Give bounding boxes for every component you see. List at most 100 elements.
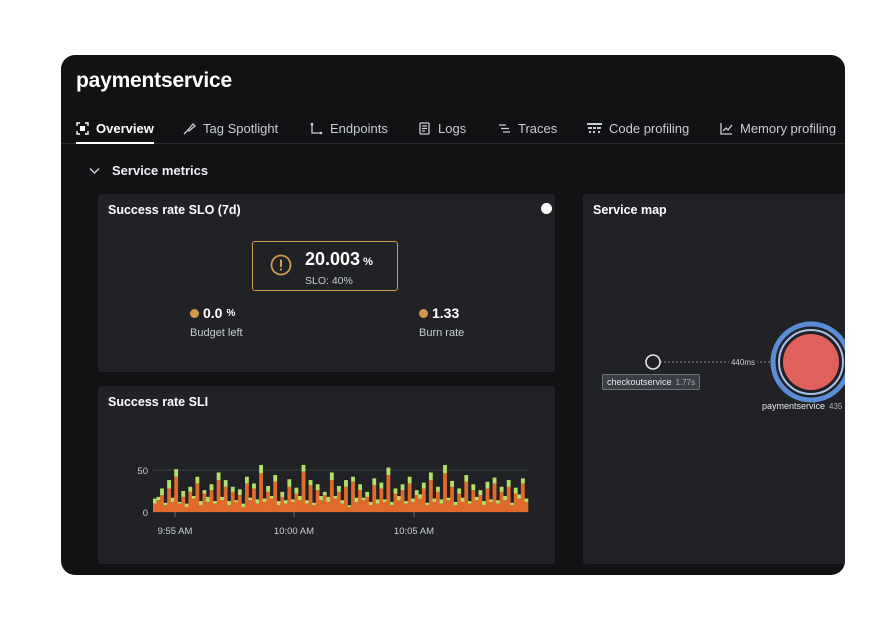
chart-bar-top bbox=[354, 497, 359, 502]
slo-value: 20.003% bbox=[305, 249, 373, 269]
chart-bar-top bbox=[315, 484, 320, 491]
chart-bar-base bbox=[365, 496, 370, 512]
chart-bar-top bbox=[227, 501, 232, 506]
chart-bar-base bbox=[467, 503, 472, 512]
chart-bar-base bbox=[301, 471, 306, 512]
chart-bar-top bbox=[411, 498, 416, 502]
chart-bar-base bbox=[160, 495, 164, 512]
tab-label: Traces bbox=[518, 120, 558, 136]
chart-bar-top bbox=[283, 500, 288, 504]
chart-bar-base bbox=[471, 490, 476, 512]
chart-bar-top bbox=[482, 501, 486, 506]
chart-bar-top bbox=[520, 478, 525, 484]
service-metrics-toggle[interactable]: Service metrics bbox=[89, 163, 208, 178]
chart-bar-base bbox=[439, 503, 444, 512]
chart-bar-base bbox=[393, 493, 398, 512]
chart-bar-base bbox=[390, 505, 394, 512]
active-tab-indicator bbox=[76, 142, 154, 144]
chart-bar-top bbox=[393, 488, 398, 494]
chart-bar-base bbox=[312, 505, 317, 512]
chart-bar-top bbox=[400, 484, 405, 491]
chart-bar-base bbox=[485, 488, 490, 512]
chart-bar-top bbox=[181, 491, 186, 497]
chart-bar-top bbox=[255, 499, 260, 504]
chart-bar-base bbox=[354, 501, 359, 512]
tab-overview[interactable]: Overview bbox=[76, 117, 154, 144]
chart-bar-top bbox=[319, 496, 324, 501]
chart-bar-top bbox=[326, 496, 331, 502]
chart-bar-base bbox=[432, 501, 437, 512]
overview-icon bbox=[76, 121, 89, 135]
chart-bar-top bbox=[294, 487, 299, 494]
chart-bar-top bbox=[436, 486, 440, 492]
chart-bar-top bbox=[506, 480, 511, 487]
chart-bar-top bbox=[336, 485, 341, 492]
chart-bar-top bbox=[351, 476, 355, 482]
chart-bar-base bbox=[457, 493, 462, 512]
chart-bar-base bbox=[216, 480, 221, 512]
chart-bar-top bbox=[478, 490, 483, 496]
chart-bar-top bbox=[368, 501, 373, 506]
chart-bar-base bbox=[241, 506, 246, 512]
tab-label: Tag Spotlight bbox=[203, 120, 279, 136]
chart-bar-top bbox=[174, 469, 179, 477]
chart-bar-top bbox=[195, 476, 200, 484]
chart-bar-base bbox=[375, 503, 380, 512]
chart-bar-base bbox=[156, 500, 161, 512]
chart-bar-top bbox=[322, 491, 327, 496]
chart-bar-base bbox=[234, 501, 239, 512]
tab-label: Memory profiling bbox=[740, 120, 837, 136]
chart-bar-base bbox=[407, 483, 412, 512]
tab-code-profiling[interactable]: Code profiling bbox=[587, 117, 689, 139]
chart-bar-base bbox=[248, 500, 253, 512]
y-tick-label: 50 bbox=[137, 466, 148, 477]
tab-logs[interactable]: Logs bbox=[418, 117, 466, 139]
checkoutservice-label[interactable]: checkoutservice 1.77s bbox=[602, 374, 701, 390]
chart-bar-base bbox=[184, 506, 189, 512]
chart-bar-top bbox=[153, 498, 157, 504]
chart-bar-base bbox=[414, 495, 419, 512]
chart-bar-top bbox=[184, 503, 189, 507]
chart-bar-base bbox=[181, 496, 186, 512]
tab-endpoints[interactable]: Endpoints bbox=[310, 117, 388, 139]
tab-memory-profiling[interactable]: Memory profiling bbox=[720, 117, 836, 139]
status-indicator[interactable] bbox=[541, 203, 552, 214]
chart-bar-top bbox=[439, 499, 444, 504]
chart-bar-base bbox=[223, 486, 228, 512]
x-tick-label: 10:00 AM bbox=[274, 526, 314, 537]
chart-bar-top bbox=[450, 480, 455, 487]
slo-card-title: Success rate SLO (7d) bbox=[108, 203, 241, 217]
tab-traces[interactable]: Traces bbox=[498, 117, 557, 139]
chart-bar-base bbox=[244, 483, 249, 512]
chart-bar-top bbox=[358, 484, 363, 491]
chart-bar-top bbox=[290, 499, 295, 502]
chart-bar-top bbox=[457, 488, 462, 494]
x-tick-label: 9:55 AM bbox=[158, 526, 193, 537]
chart-bar-top bbox=[503, 496, 508, 501]
chart-bar-top bbox=[244, 476, 249, 484]
chart-bar-base bbox=[188, 491, 193, 512]
chart-bar-base bbox=[333, 498, 338, 512]
chart-bar-top bbox=[188, 486, 193, 492]
chart-bar-top bbox=[269, 496, 274, 499]
chart-bar-top bbox=[382, 499, 387, 502]
chart-bar-top bbox=[485, 481, 490, 489]
chart-bar-base bbox=[506, 486, 511, 512]
chart-bar-top bbox=[446, 497, 451, 501]
checkoutservice-node[interactable] bbox=[645, 354, 661, 370]
chart-bar-base bbox=[453, 505, 458, 512]
chart-bar-base bbox=[492, 483, 497, 512]
chart-bar-base bbox=[496, 503, 500, 512]
chart-bar-base bbox=[237, 495, 242, 512]
tab-tag-spotlight[interactable]: Tag Spotlight bbox=[183, 117, 278, 139]
chart-bar-top bbox=[375, 499, 380, 504]
chart-bar-top bbox=[474, 496, 479, 501]
chart-bar-top bbox=[432, 498, 437, 502]
chart-bar-top bbox=[305, 500, 309, 504]
chart-bar-base bbox=[344, 486, 348, 512]
chart-bar-top bbox=[513, 487, 518, 494]
traces-icon bbox=[498, 122, 511, 135]
tab-label: Code profiling bbox=[609, 120, 690, 136]
paymentservice-node[interactable] bbox=[783, 334, 839, 390]
slo-value-box: 20.003% SLO: 40% bbox=[252, 241, 398, 291]
